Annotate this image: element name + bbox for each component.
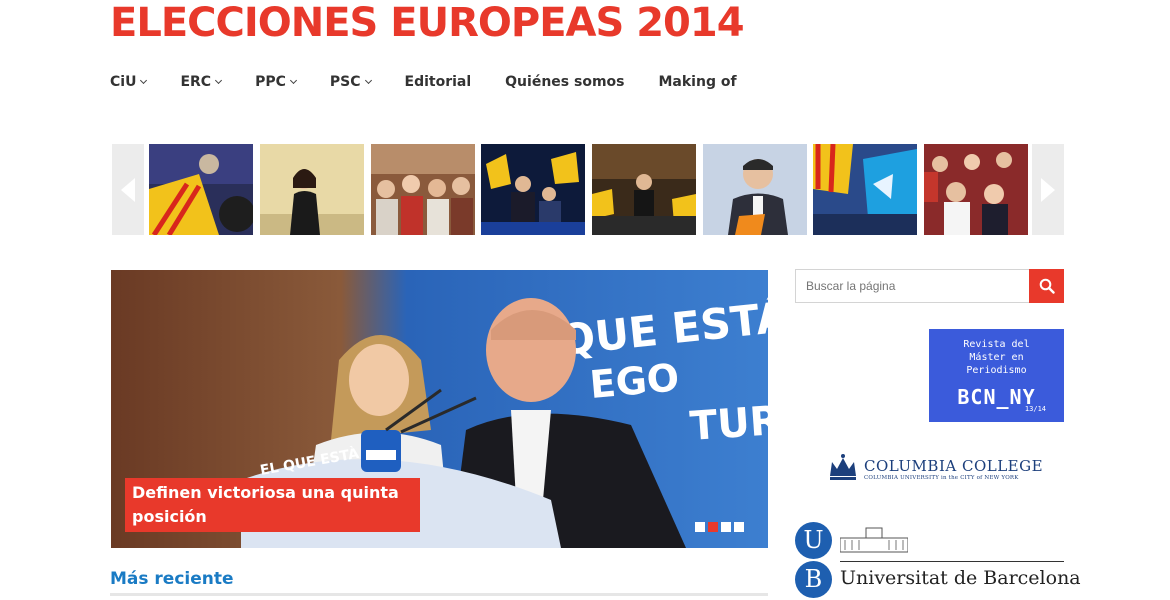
carousel-thumb-blue-flags[interactable] <box>813 144 917 235</box>
nav-item-label: PPC <box>255 74 286 90</box>
slider-dots <box>695 522 747 532</box>
slider-dot[interactable] <box>721 522 731 532</box>
main-nav: CiU ERC PPC PSC Editorial Quiénes somos … <box>110 74 771 90</box>
nav-item-label: PSC <box>329 74 361 90</box>
nav-item-label: Making of <box>658 74 737 90</box>
nav-item-label: ERC <box>180 74 212 90</box>
chevron-right-icon <box>1041 177 1055 202</box>
nav-item-label: Quiénes somos <box>505 74 625 90</box>
columbia-name: COLUMBIA COLLEGE <box>864 456 1044 475</box>
carousel-thumb-cheering-crowd[interactable] <box>924 144 1028 235</box>
carousel-next-button[interactable] <box>1032 144 1064 235</box>
magazine-line: Máster en <box>969 352 1024 363</box>
chevron-down-icon <box>289 76 297 84</box>
chevron-down-icon <box>140 76 148 84</box>
magazine-line: Periodismo <box>966 365 1027 376</box>
carousel-thumb-rally-flags[interactable] <box>149 144 253 235</box>
carousel-thumb-crowd[interactable] <box>371 144 475 235</box>
search-icon <box>1039 278 1055 294</box>
site-title[interactable]: ELECCIONES EUROPEAS 2014 <box>110 0 745 46</box>
nav-item-ppc[interactable]: PPC <box>255 74 297 90</box>
chevron-down-icon <box>364 76 372 84</box>
chevron-down-icon <box>215 76 223 84</box>
magazine-year: 13/14 <box>1024 405 1046 413</box>
magazine-banner[interactable]: Revista del Máster en Periodismo BCN_NY … <box>929 329 1064 422</box>
slider-dot-active[interactable] <box>708 522 718 532</box>
columbia-text: COLUMBIA COLLEGE COLUMBIA UNIVERSITY in … <box>864 456 1044 481</box>
hero-backdrop-text-3: TURO <box>688 395 768 450</box>
magazine-text: Revista del Máster en Periodismo <box>929 338 1064 377</box>
nav-item-making-of[interactable]: Making of <box>658 74 736 90</box>
section-divider <box>110 593 768 596</box>
hero-caption[interactable]: Definen victoriosa una quinta posición <box>125 478 420 532</box>
hero-backdrop-text-2: EGO <box>588 355 681 407</box>
nav-item-label: CiU <box>110 74 137 90</box>
carousel-prev-button[interactable] <box>112 144 144 235</box>
search-button[interactable] <box>1029 269 1064 303</box>
magazine-line: Revista del <box>963 339 1030 350</box>
slider-dot[interactable] <box>734 522 744 532</box>
nav-item-ciu[interactable]: CiU <box>110 74 148 90</box>
ub-letter-b: B <box>795 561 832 598</box>
ub-name: Universitat de Barcelona <box>840 567 1081 589</box>
building-icon <box>840 527 908 553</box>
ub-letter-u: U <box>795 522 832 559</box>
nav-item-psc[interactable]: PSC <box>329 74 372 90</box>
nav-item-erc[interactable]: ERC <box>180 74 223 90</box>
search-input[interactable] <box>795 269 1030 303</box>
nav-item-label: Editorial <box>404 74 472 90</box>
photo-carousel <box>112 144 1064 235</box>
carousel-thumb-stage-flags[interactable] <box>481 144 585 235</box>
ub-divider <box>840 561 1064 562</box>
crown-icon <box>830 454 856 480</box>
section-title-latest: Más reciente <box>110 569 234 589</box>
universitat-barcelona-logo[interactable]: U B Universitat de Barcelona <box>795 520 1081 600</box>
carousel-thumb-speaker-crowd[interactable] <box>592 144 696 235</box>
columbia-sub: COLUMBIA UNIVERSITY in the CITY of NEW Y… <box>864 474 1019 481</box>
nav-item-editorial[interactable]: Editorial <box>405 74 472 90</box>
slider-dot[interactable] <box>695 522 705 532</box>
nav-item-quienes-somos[interactable]: Quiénes somos <box>505 74 624 90</box>
columbia-college-logo[interactable]: COLUMBIA COLLEGE COLUMBIA UNIVERSITY in … <box>826 452 1043 486</box>
carousel-thumb-woman-speaker[interactable] <box>260 144 364 235</box>
hero-slider[interactable]: QUE ESTÁ EGO TURO EL QUE ESTÀ Definen vi… <box>111 270 768 548</box>
carousel-thumb-candidate-portrait[interactable] <box>703 144 807 235</box>
chevron-left-icon <box>121 177 135 202</box>
